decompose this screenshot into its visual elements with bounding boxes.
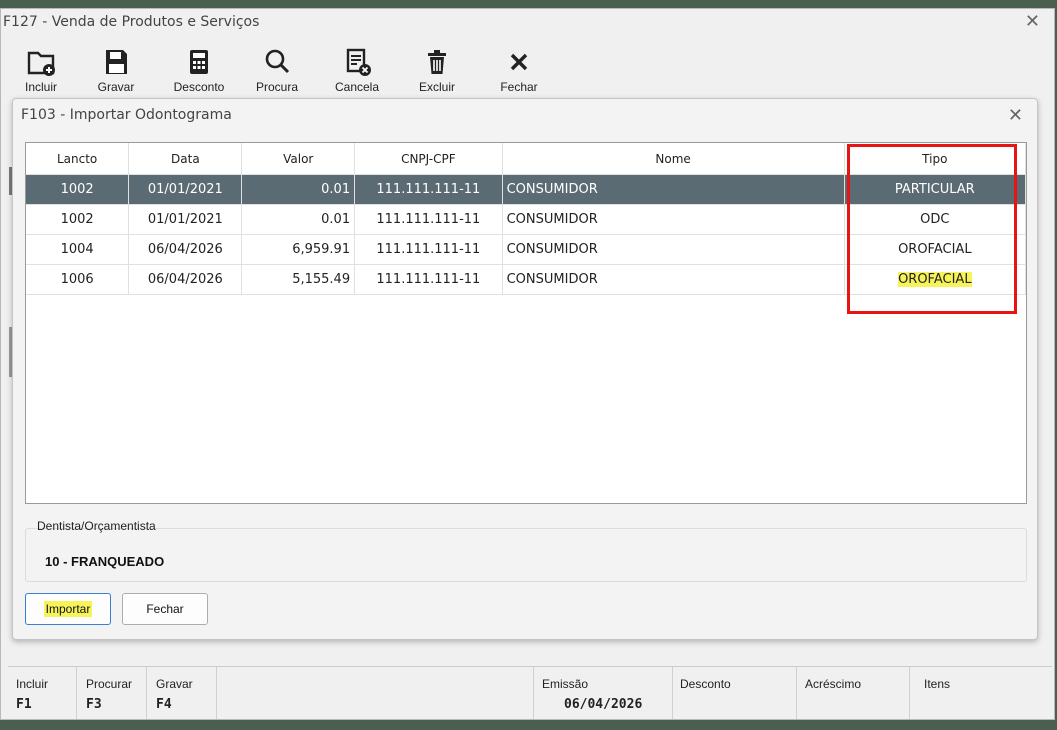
dentista-group (25, 528, 1027, 582)
cell-data: 01/01/2021 (128, 204, 243, 235)
cell-nome: CONSUMIDOR (502, 204, 845, 235)
emissao-value: 06/04/2026 (564, 697, 643, 712)
shortcut-gravar[interactable]: Gravar F4 (148, 667, 217, 719)
column-header-valor[interactable]: Valor (241, 143, 356, 175)
desconto-cell: Desconto (672, 667, 797, 719)
importar-button[interactable]: Importar (25, 593, 111, 625)
gravar-label: Gravar (97, 80, 135, 94)
shortcut-incluir[interactable]: Incluir F1 (8, 667, 77, 719)
acrescimo-cell: Acréscimo (797, 667, 910, 719)
cell-lancto: 1002 (26, 174, 130, 205)
cell-cnpj-cpf: 111.111.111-11 (354, 174, 503, 205)
save-icon (106, 50, 127, 74)
cancela-label: Cancela (334, 80, 380, 94)
desconto-button[interactable]: Desconto (169, 44, 229, 94)
procura-label: Procura (255, 80, 299, 94)
dentista-label: Dentista/Orçamentista (37, 519, 156, 533)
tipo-annotation-box (847, 144, 1017, 314)
shortcut-label: Gravar (156, 677, 193, 691)
incluir-button[interactable]: Incluir (11, 44, 71, 94)
cell-data: 01/01/2021 (128, 174, 243, 205)
cell-nome: CONSUMIDOR (502, 264, 845, 295)
cell-nome: CONSUMIDOR (502, 174, 845, 205)
cell-valor: 0.01 (241, 204, 356, 235)
dentista-value: 10 - FRANQUEADO (45, 554, 165, 569)
status-bar: Incluir F1 Procurar F3 Gravar F4 Emissão… (8, 666, 1052, 719)
procura-button[interactable]: Procura (247, 44, 307, 94)
cell-cnpj-cpf: 111.111.111-11 (354, 264, 503, 295)
fechar-label: Fechar (500, 80, 538, 94)
dialog-close-icon[interactable]: ✕ (1008, 105, 1023, 126)
shortcut-key: F3 (86, 697, 102, 712)
cell-cnpj-cpf: 111.111.111-11 (354, 234, 503, 265)
cell-lancto: 1006 (26, 264, 130, 295)
fechar-toolbar-button[interactable]: Fechar (489, 44, 549, 94)
search-icon (265, 49, 290, 74)
column-header-data[interactable]: Data (128, 143, 243, 175)
calculator-icon (190, 50, 208, 74)
shortcut-procurar[interactable]: Procurar F3 (78, 667, 147, 719)
shortcut-key: F1 (16, 697, 32, 712)
acrescimo-label: Acréscimo (805, 677, 862, 691)
column-header-cnpj-cpf[interactable]: CNPJ-CPF (354, 143, 503, 175)
cell-lancto: 1004 (26, 234, 130, 265)
desconto-label: Desconto (680, 677, 731, 691)
fechar-button[interactable]: Fechar (122, 593, 208, 625)
close-icon (510, 53, 528, 71)
column-header-nome[interactable]: Nome (502, 143, 845, 175)
folder-plus-icon (27, 51, 55, 76)
cancel-doc-icon (346, 48, 371, 76)
importar-odontograma-dialog: F103 - Importar Odontograma ✕ Lancto Dat… (12, 98, 1038, 640)
cell-lancto: 1002 (26, 204, 130, 235)
shortcut-key: F4 (156, 697, 172, 712)
incluir-label: Incluir (24, 80, 57, 94)
main-window-title: F127 - Venda de Produtos e Serviços (3, 14, 260, 30)
desconto-label: Desconto (173, 80, 225, 94)
itens-cell: Itens (910, 667, 1050, 719)
cell-valor: 5,155.49 (241, 264, 356, 295)
itens-label: Itens (924, 677, 951, 691)
trash-icon (428, 50, 446, 74)
emissao-cell: Emissão 06/04/2026 (533, 667, 673, 719)
fechar-button-label: Fechar (146, 602, 184, 616)
shortcut-label: Procurar (86, 677, 133, 691)
shortcut-label: Incluir (16, 677, 49, 691)
cell-data: 06/04/2026 (128, 264, 243, 295)
dialog-title: F103 - Importar Odontograma (21, 107, 232, 123)
cell-cnpj-cpf: 111.111.111-11 (354, 204, 503, 235)
cell-valor: 6,959.91 (241, 234, 356, 265)
excluir-label: Excluir (418, 80, 455, 94)
cancela-button[interactable]: Cancela (327, 44, 387, 94)
emissao-label: Emissão (542, 677, 589, 691)
main-close-icon[interactable]: ✕ (1025, 11, 1040, 32)
importar-label: Importar (43, 601, 93, 617)
gravar-button[interactable]: Gravar (86, 44, 146, 94)
excluir-button[interactable]: Excluir (407, 44, 467, 94)
column-header-lancto[interactable]: Lancto (26, 143, 130, 175)
cell-nome: CONSUMIDOR (502, 234, 845, 265)
cell-valor: 0.01 (241, 174, 356, 205)
cell-data: 06/04/2026 (128, 234, 243, 265)
toolbar: Incluir Gravar Desconto Procura Cancela … (1, 44, 561, 104)
